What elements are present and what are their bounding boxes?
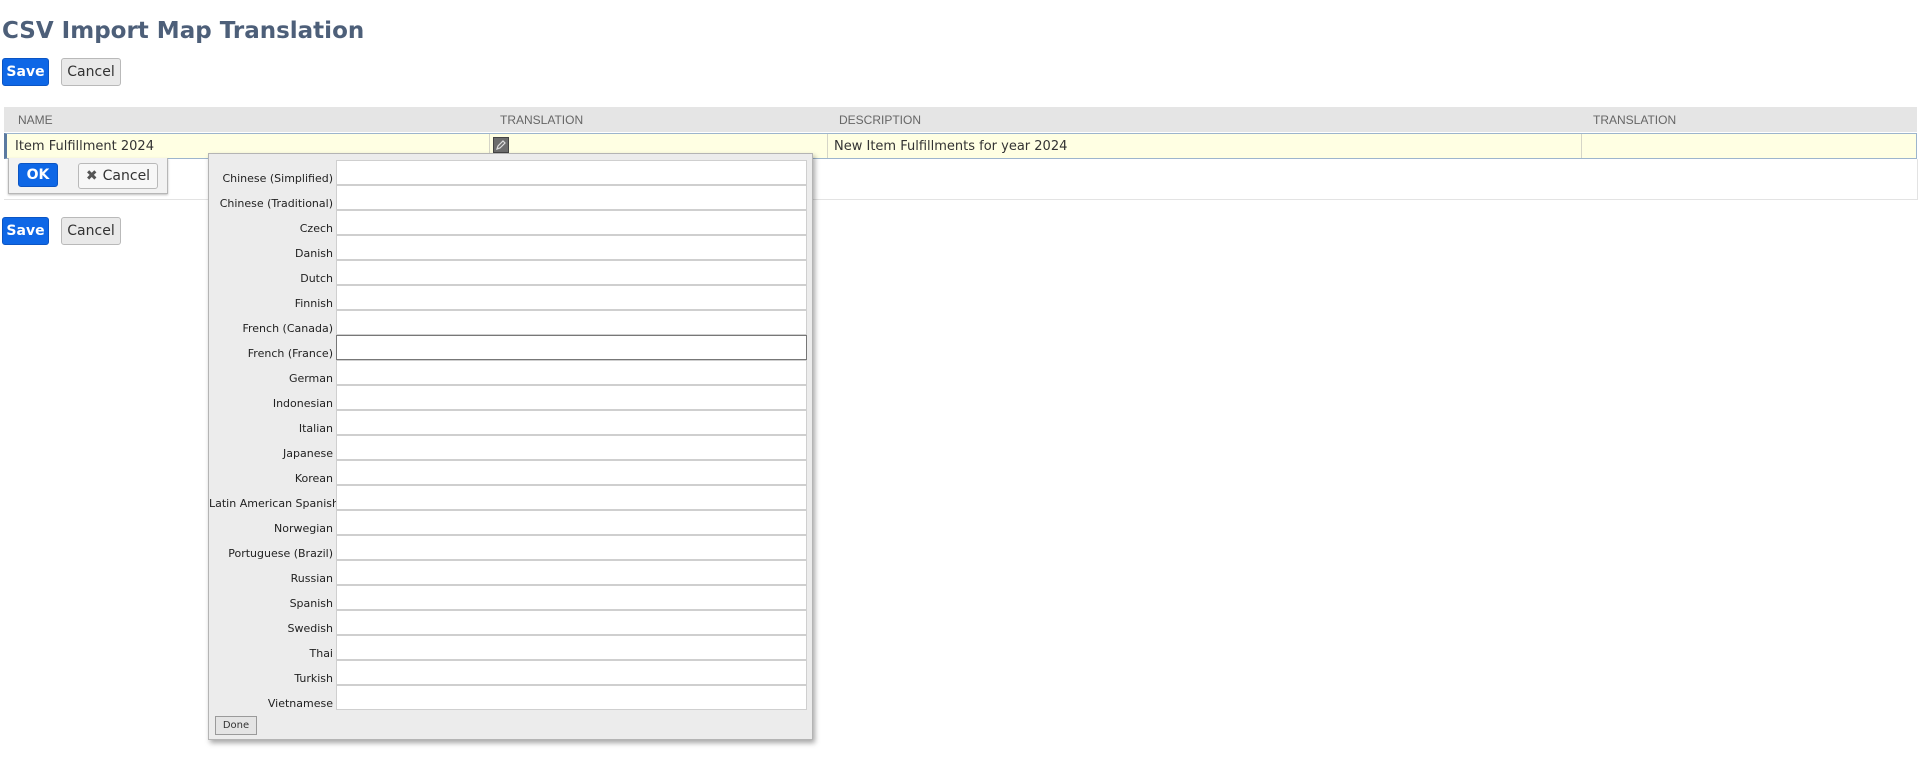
translation-row: Latin American Spanish <box>209 485 814 510</box>
translation-input[interactable] <box>336 210 807 235</box>
translation-input[interactable] <box>336 410 807 435</box>
language-label: Italian <box>298 422 333 435</box>
language-label: Chinese (Traditional) <box>219 197 333 210</box>
column-divider <box>1581 134 1582 158</box>
translation-input[interactable] <box>336 685 807 710</box>
translation-row: Chinese (Traditional) <box>209 185 814 210</box>
save-button[interactable]: Save <box>2 58 49 86</box>
language-label: Portuguese (Brazil) <box>228 547 333 560</box>
translation-row: Chinese (Simplified) <box>209 160 814 185</box>
description-cell[interactable]: New Item Fulfillments for year 2024 <box>834 139 1067 154</box>
pencil-icon <box>496 140 506 150</box>
done-button[interactable]: Done <box>215 716 257 735</box>
column-header-name-translation[interactable]: TRANSLATION <box>500 113 583 127</box>
translation-input[interactable] <box>336 260 807 285</box>
translation-input[interactable] <box>336 560 807 585</box>
language-label: Chinese (Simplified) <box>222 172 333 185</box>
translation-input[interactable] <box>336 435 807 460</box>
language-label: French (France) <box>247 347 333 360</box>
column-header-description[interactable]: DESCRIPTION <box>839 113 921 127</box>
language-label: Swedish <box>287 622 334 635</box>
translation-input[interactable] <box>336 385 807 410</box>
language-label: Dutch <box>300 272 333 285</box>
translation-row: French (France) <box>209 335 814 360</box>
translation-row: Vietnamese <box>209 685 814 710</box>
translation-input[interactable] <box>336 160 807 185</box>
translation-row: Russian <box>209 560 814 585</box>
language-label: Latin American Spanish <box>209 497 339 510</box>
language-label: Spanish <box>289 597 333 610</box>
grid-border <box>1917 159 1918 200</box>
name-cell[interactable]: Item Fulfillment 2024 <box>15 139 154 154</box>
column-header-name[interactable]: NAME <box>18 113 53 127</box>
language-label: Japanese <box>283 447 333 460</box>
translation-input[interactable] <box>336 510 807 535</box>
cancel-button[interactable]: Cancel <box>61 58 121 86</box>
column-divider <box>827 134 828 158</box>
translation-input[interactable] <box>336 535 807 560</box>
language-label: Indonesian <box>272 397 333 410</box>
translation-row: Turkish <box>209 660 814 685</box>
x-icon: ✖ <box>85 168 98 184</box>
translation-row: Korean <box>209 460 814 485</box>
translation-row: French (Canada) <box>209 310 814 335</box>
translation-popup: Chinese (Simplified) Chinese (Traditional… <box>208 153 813 740</box>
translation-input[interactable] <box>336 360 807 385</box>
row-cancel-button[interactable]: ✖ Cancel <box>78 163 158 189</box>
translation-row: Finnish <box>209 285 814 310</box>
column-header-description-translation[interactable]: TRANSLATION <box>1593 113 1676 127</box>
language-label: Thai <box>309 647 334 660</box>
language-label: Vietnamese <box>267 697 333 710</box>
page-title: CSV Import Map Translation <box>2 18 365 44</box>
language-label: Danish <box>295 247 333 260</box>
translation-row: Swedish <box>209 610 814 635</box>
language-label: Turkish <box>294 672 333 685</box>
language-label: German <box>288 372 333 385</box>
language-label: Finnish <box>294 297 333 310</box>
translation-input[interactable] <box>336 460 807 485</box>
translation-row: Danish <box>209 235 814 260</box>
translation-row: Dutch <box>209 260 814 285</box>
translation-input[interactable] <box>336 310 807 335</box>
language-label: Korean <box>294 472 333 485</box>
translation-input[interactable] <box>336 610 807 635</box>
translation-input[interactable] <box>336 635 807 660</box>
cancel-button-bottom[interactable]: Cancel <box>61 217 121 245</box>
language-label: French (Canada) <box>242 322 333 335</box>
translation-input[interactable] <box>336 335 807 360</box>
translation-input[interactable] <box>336 660 807 685</box>
language-label: Czech <box>299 222 333 235</box>
translation-input[interactable] <box>336 585 807 610</box>
translation-row: Italian <box>209 410 814 435</box>
language-label: Norwegian <box>274 522 333 535</box>
translation-row: Japanese <box>209 435 814 460</box>
translation-row: Czech <box>209 210 814 235</box>
translation-row: Norwegian <box>209 510 814 535</box>
translation-row: Portuguese (Brazil) <box>209 535 814 560</box>
translation-row: Spanish <box>209 585 814 610</box>
ok-button[interactable]: OK <box>18 163 58 187</box>
translation-input[interactable] <box>336 285 807 310</box>
save-button-bottom[interactable]: Save <box>2 217 49 245</box>
row-cancel-label: Cancel <box>102 168 151 184</box>
translation-row: Thai <box>209 635 814 660</box>
edit-icon[interactable] <box>493 137 509 153</box>
grid-header: NAME TRANSLATION DESCRIPTION TRANSLATION <box>4 107 1917 132</box>
translation-row: German <box>209 360 814 385</box>
row-edit-actions: OK ✖ Cancel <box>8 158 168 194</box>
translation-input[interactable] <box>336 485 807 510</box>
translation-input[interactable] <box>336 185 807 210</box>
translation-row: Indonesian <box>209 385 814 410</box>
ok-button-label: OK <box>26 167 50 183</box>
translation-input[interactable] <box>336 235 807 260</box>
language-label: Russian <box>290 572 333 585</box>
